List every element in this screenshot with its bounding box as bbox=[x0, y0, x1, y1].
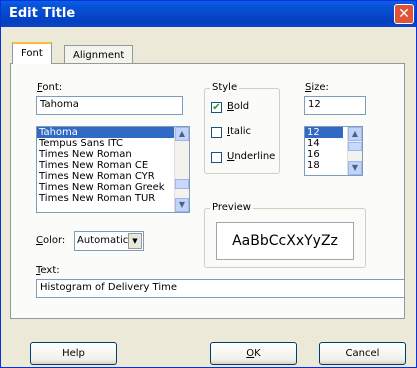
italic-checkbox[interactable] bbox=[211, 127, 222, 138]
scroll-up-icon[interactable]: ▲ bbox=[175, 127, 189, 141]
italic-label: Italic bbox=[227, 126, 252, 137]
list-item[interactable]: Tempus Sans ITC bbox=[37, 138, 189, 149]
ok-button[interactable]: OK bbox=[210, 342, 297, 365]
color-select-value: Automatic bbox=[77, 235, 129, 246]
list-item[interactable]: Times New Roman TUR bbox=[37, 193, 189, 204]
title-bar[interactable]: Edit Title ✕ bbox=[1, 1, 416, 27]
tab-alignment[interactable]: Alignment bbox=[64, 45, 134, 65]
edit-title-dialog: Edit Title ✕ Font Alignment Font: Tahoma… bbox=[0, 0, 417, 368]
scroll-thumb[interactable] bbox=[175, 179, 189, 189]
size-list-scrollbar[interactable]: ▲ ▼ bbox=[347, 127, 362, 175]
bold-checkbox[interactable]: ✔ bbox=[211, 102, 222, 113]
size-input[interactable]: 12 bbox=[304, 96, 366, 115]
dialog-title: Edit Title bbox=[9, 6, 76, 21]
list-item[interactable]: 12 bbox=[305, 127, 343, 138]
size-label: Size: bbox=[305, 82, 329, 93]
list-item[interactable]: Times New Roman bbox=[37, 149, 189, 160]
bold-label: Bold bbox=[227, 101, 250, 112]
close-icon[interactable]: ✕ bbox=[394, 4, 414, 24]
underline-label: Underline bbox=[227, 151, 276, 162]
scroll-down-icon[interactable]: ▼ bbox=[348, 161, 362, 175]
scroll-down-icon[interactable]: ▼ bbox=[175, 198, 189, 212]
preview-group-label: Preview bbox=[210, 202, 253, 213]
font-label: Font: bbox=[37, 82, 63, 93]
font-preview: AaBbCcXxYyZz bbox=[216, 222, 354, 260]
title-text-input[interactable]: Histogram of Delivery Time bbox=[36, 279, 405, 298]
chevron-down-icon[interactable]: ▼ bbox=[128, 233, 142, 249]
font-tab-panel: Font: Tahoma Tahoma Tempus Sans ITC Time… bbox=[10, 63, 405, 319]
text-label: Text: bbox=[36, 265, 60, 276]
font-list-scrollbar[interactable]: ▲ ▼ bbox=[174, 127, 189, 212]
color-label: Color: bbox=[36, 235, 66, 246]
scroll-thumb[interactable] bbox=[348, 142, 362, 151]
tab-font[interactable]: Font bbox=[12, 42, 52, 64]
help-button[interactable]: Help bbox=[30, 342, 117, 365]
color-select[interactable]: Automatic ▼ bbox=[74, 231, 144, 251]
style-group-label: Style bbox=[210, 82, 240, 93]
list-item[interactable]: Tahoma bbox=[37, 127, 189, 138]
cancel-button[interactable]: Cancel bbox=[319, 342, 406, 365]
list-item[interactable]: Times New Roman CE bbox=[37, 160, 189, 171]
font-list[interactable]: Tahoma Tempus Sans ITC Times New Roman T… bbox=[36, 126, 190, 213]
scroll-up-icon[interactable]: ▲ bbox=[348, 127, 362, 141]
size-list[interactable]: 12 14 16 18 ▲ ▼ bbox=[304, 126, 363, 176]
font-name-input[interactable]: Tahoma bbox=[36, 96, 183, 115]
underline-checkbox[interactable] bbox=[211, 152, 222, 163]
list-item[interactable]: Times New Roman CYR bbox=[37, 171, 189, 182]
list-item[interactable]: Times New Roman Greek bbox=[37, 182, 189, 193]
